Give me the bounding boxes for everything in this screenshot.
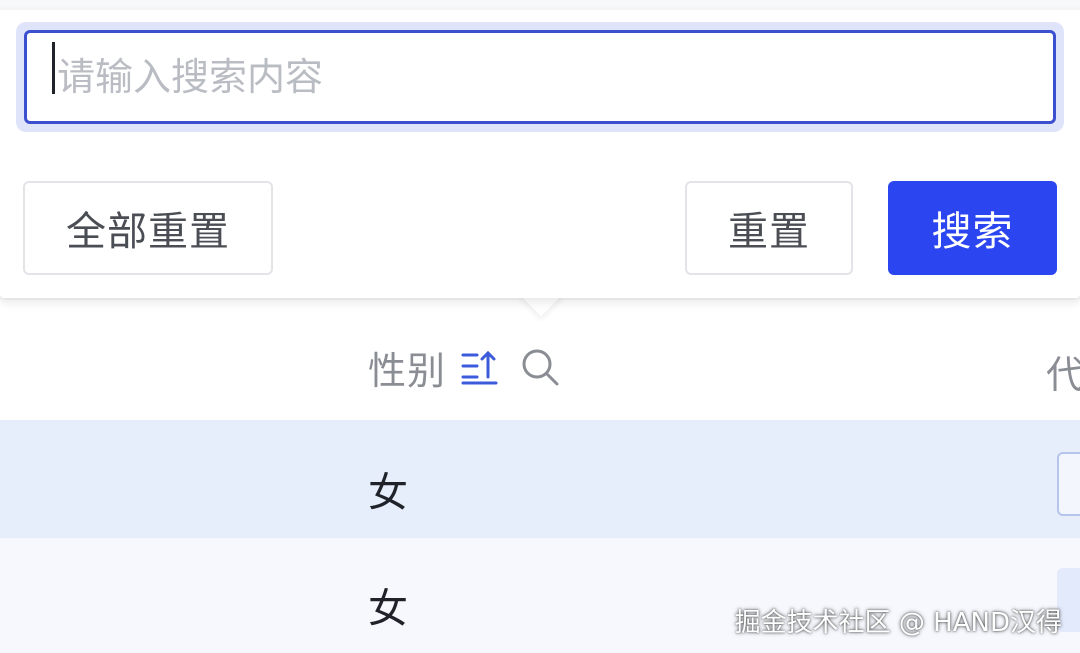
cell-gender: 女: [368, 586, 408, 632]
table-header: 性别 代: [0, 300, 1080, 420]
sort-ascending-icon[interactable]: [460, 347, 500, 387]
watermark: 掘金技术社区 @ HAND汉得: [734, 608, 1062, 638]
column-filter-dropdown: 全部重置 重置 搜索: [0, 10, 1080, 298]
column-header-gender: 性别: [368, 342, 560, 393]
table-row[interactable]: 女: [0, 420, 1080, 538]
search-button[interactable]: 搜索: [888, 181, 1057, 275]
text-caret: [52, 42, 55, 94]
reset-button[interactable]: 重置: [685, 181, 853, 275]
cell-gender: 女: [368, 470, 408, 516]
column-header-next: 代: [1046, 353, 1080, 397]
column-header-label: 性别: [368, 348, 447, 393]
search-input-focus-ring: [16, 22, 1064, 132]
search-input[interactable]: [24, 30, 1056, 124]
cell-next-tag: [1057, 452, 1080, 516]
table-filter-view: 性别 代 女 女 请输入搜索内容 全部重置 重置 搜索 掘金技术社区 @ HAN…: [0, 0, 1080, 653]
search-icon[interactable]: [520, 347, 560, 387]
reset-all-button[interactable]: 全部重置: [23, 181, 273, 275]
